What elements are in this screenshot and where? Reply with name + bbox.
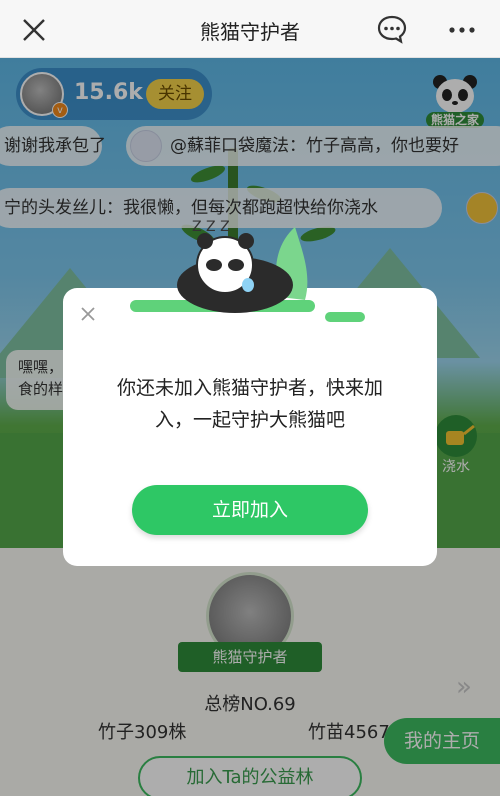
panda-ear (197, 233, 213, 249)
grass-strip (325, 312, 365, 322)
dialog-message: 你还未加入熊猫守护者，快来加入，一起守护大熊猫吧 (116, 377, 383, 431)
more-dots-icon[interactable] (442, 10, 482, 50)
panda-ear (238, 233, 254, 249)
top-nav-bar: 熊猫守护者 (0, 0, 500, 58)
chat-bubble-icon[interactable] (372, 10, 412, 50)
sleep-z-text: Z Z Z (192, 219, 230, 235)
join-now-button[interactable]: 立即加入 (132, 485, 368, 535)
page-title: 熊猫守护者 (200, 20, 300, 44)
sleeping-panda-illustration: Z Z Z (130, 219, 365, 322)
panda-eye-patch (228, 259, 244, 271)
drool-bubble (242, 278, 254, 292)
close-icon[interactable] (76, 302, 100, 326)
panda-eye-patch (206, 259, 222, 271)
